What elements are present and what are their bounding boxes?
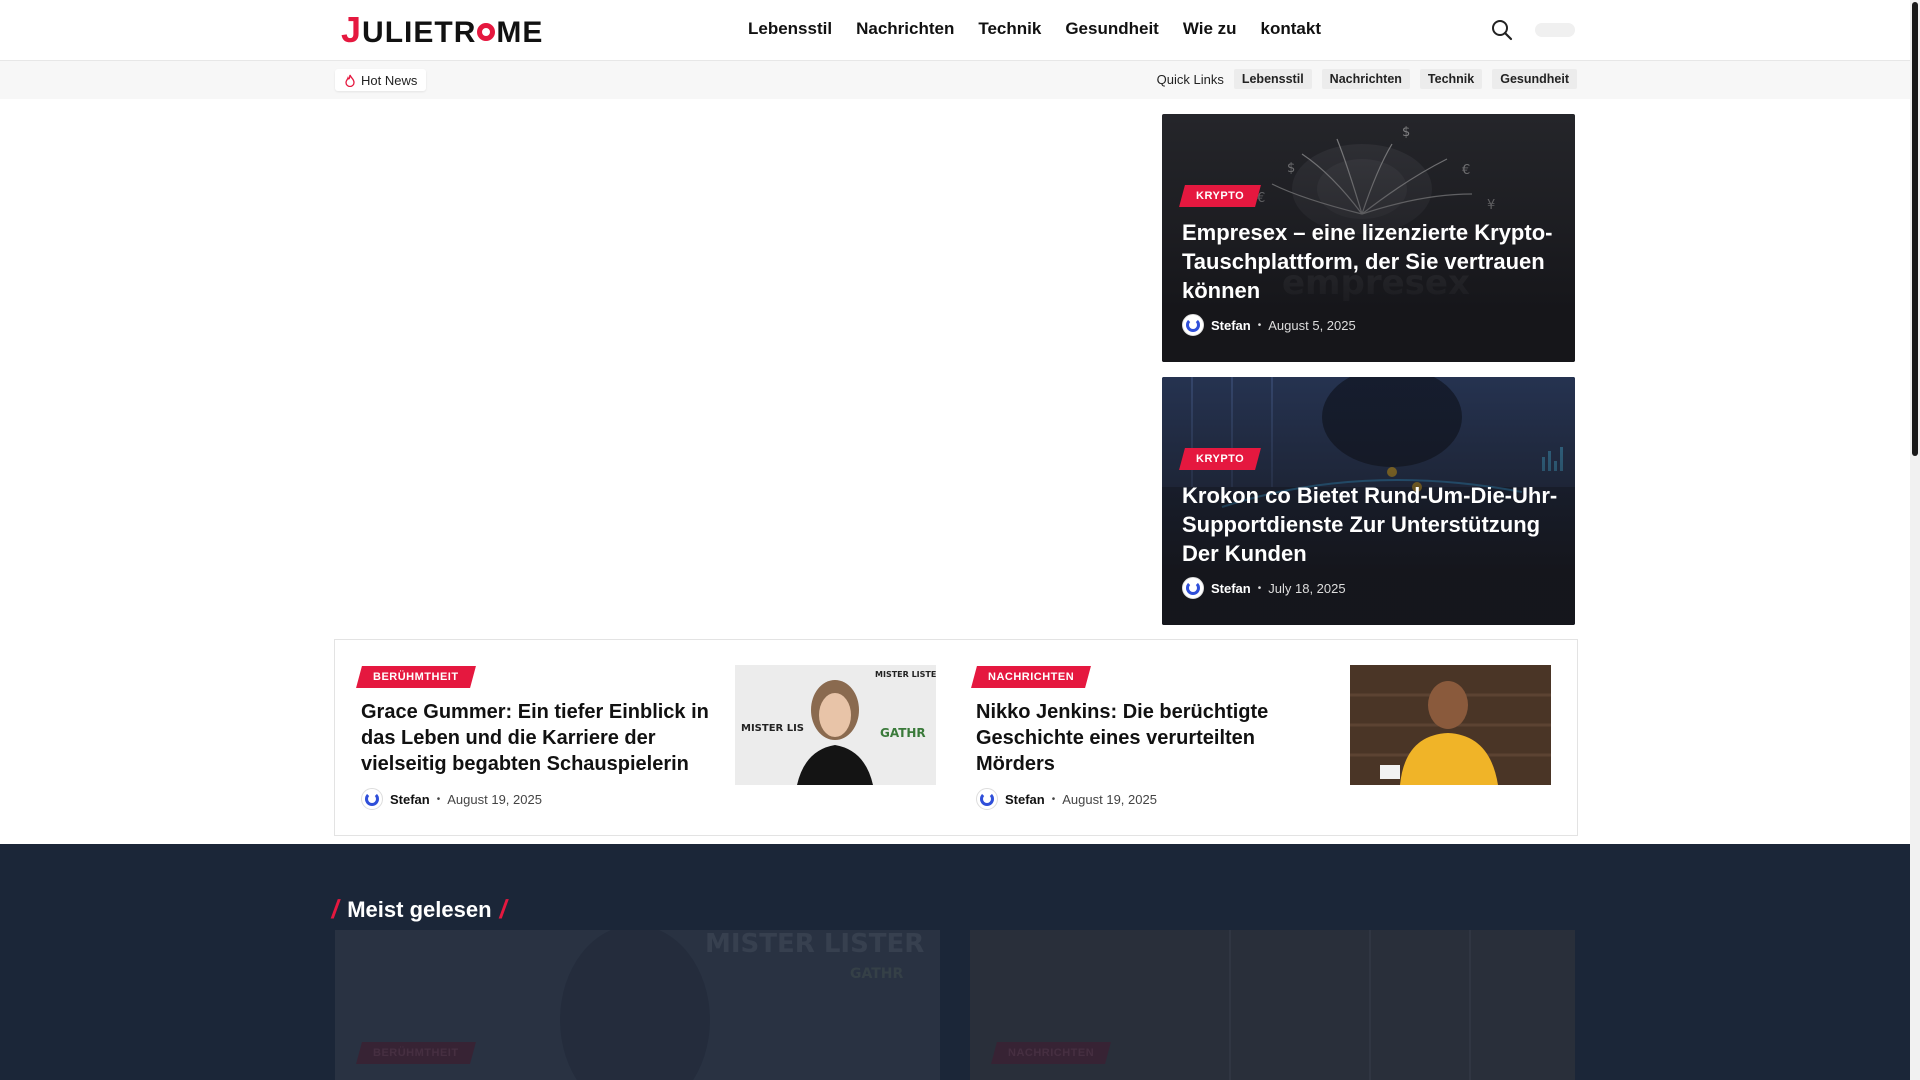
small-post-card[interactable]: BERÜHMTHEIT Grace Gummer: Ein tiefer Ein… bbox=[335, 640, 936, 835]
main-nav: Lebensstil Nachrichten Technik Gesundhei… bbox=[736, 0, 1333, 58]
post-meta: Stefan • August 19, 2025 bbox=[976, 788, 1157, 810]
nav-item-technik[interactable]: Technik bbox=[966, 0, 1053, 58]
post-thumbnail-image: MISTER LIS MISTER LISTER GATHR bbox=[735, 665, 936, 785]
featured-posts-row: BERÜHMTHEIT Grace Gummer: Ein tiefer Ein… bbox=[334, 639, 1578, 836]
small-post-title[interactable]: Nikko Jenkins: Die berüchtigte Geschicht… bbox=[976, 699, 1334, 777]
quick-link-lebensstil[interactable]: Lebensstil bbox=[1233, 69, 1312, 89]
hero-post-title[interactable]: Empresex – eine lizenzierte Krypto-Tausc… bbox=[1182, 218, 1567, 305]
nav-item-kontakt[interactable]: kontakt bbox=[1249, 0, 1333, 58]
svg-text:GATHR: GATHR bbox=[850, 966, 904, 982]
post-meta: Stefan • July 18, 2025 bbox=[1182, 577, 1346, 599]
heading-slash-icon: / bbox=[329, 894, 342, 924]
logo-text-end: ME bbox=[496, 16, 544, 49]
author-avatar bbox=[1182, 314, 1204, 336]
post-date: August 19, 2025 bbox=[447, 791, 542, 807]
author-avatar bbox=[1182, 577, 1204, 599]
category-tag[interactable]: KRYPTO bbox=[1179, 448, 1262, 470]
section-heading: / Meist gelesen / bbox=[329, 894, 510, 925]
post-meta: Stefan • August 19, 2025 bbox=[361, 788, 542, 810]
author-name[interactable]: Stefan bbox=[1211, 581, 1251, 596]
hero-post-title[interactable]: Krokon co Bietet Rund-Um-Die-Uhr-Support… bbox=[1182, 481, 1567, 568]
category-tag[interactable]: BERÜHMTHEIT bbox=[356, 666, 476, 688]
post-meta: Stefan • August 5, 2025 bbox=[1182, 314, 1356, 336]
post-date: August 19, 2025 bbox=[1062, 791, 1157, 807]
meta-separator: • bbox=[1051, 793, 1056, 805]
most-read-section: / Meist gelesen / MISTER LISTER GATHR BE… bbox=[0, 844, 1910, 1080]
small-post-card[interactable]: NACHRICHTEN Nikko Jenkins: Die berüchtig… bbox=[950, 640, 1551, 835]
nav-item-gesundheit[interactable]: Gesundheit bbox=[1053, 0, 1171, 58]
nav-item-nachrichten[interactable]: Nachrichten bbox=[844, 0, 966, 58]
hot-news-badge[interactable]: Hot News bbox=[335, 69, 427, 91]
flame-icon bbox=[345, 74, 355, 87]
svg-text:MISTER LISTER: MISTER LISTER bbox=[705, 930, 924, 959]
svg-text:MISTER LIS: MISTER LIS bbox=[741, 723, 804, 734]
meta-separator: • bbox=[1257, 319, 1262, 331]
dark-mode-toggle[interactable] bbox=[1535, 23, 1575, 37]
nav-item-wie-zu[interactable]: Wie zu bbox=[1171, 0, 1249, 58]
logo-text-part: ULIETR bbox=[362, 16, 477, 49]
author-name[interactable]: Stefan bbox=[1005, 792, 1045, 807]
meta-separator: • bbox=[1257, 582, 1262, 594]
site-header: JULIETR ME Lebensstil Nachrichten Technik… bbox=[0, 0, 1910, 61]
svg-text:GATHR: GATHR bbox=[880, 726, 926, 740]
svg-text:MISTER LISTER: MISTER LISTER bbox=[875, 670, 936, 679]
hero-post-card[interactable]: KRYPTO Krokon co Bietet Rund-Um-Die-Uhr-… bbox=[1162, 377, 1575, 625]
hot-news-label: Hot News bbox=[361, 72, 418, 88]
post-thumbnail[interactable] bbox=[1350, 665, 1551, 785]
sub-bar: Hot News Quick Links Lebensstil Nachrich… bbox=[0, 61, 1910, 99]
category-tag[interactable]: BERÜHMTHEIT bbox=[356, 1042, 476, 1064]
post-date: July 18, 2025 bbox=[1268, 580, 1346, 596]
most-read-card[interactable]: MISTER LISTER GATHR BERÜHMTHEIT bbox=[335, 930, 940, 1080]
category-tag[interactable]: NACHRICHTEN bbox=[991, 1042, 1112, 1064]
logo-letter-j: J bbox=[341, 9, 363, 50]
quick-links: Quick Links Lebensstil Nachrichten Techn… bbox=[1157, 69, 1577, 89]
author-name[interactable]: Stefan bbox=[390, 792, 430, 807]
category-tag[interactable]: KRYPTO bbox=[1179, 185, 1262, 207]
small-post-title[interactable]: Grace Gummer: Ein tiefer Einblick in das… bbox=[361, 699, 719, 777]
quick-links-label: Quick Links bbox=[1156, 71, 1224, 87]
quick-link-gesundheit[interactable]: Gesundheit bbox=[1492, 69, 1577, 89]
page-scrollbar[interactable] bbox=[1910, 0, 1920, 1080]
author-avatar bbox=[361, 788, 383, 810]
author-avatar bbox=[976, 788, 998, 810]
logo-ring-icon bbox=[477, 23, 496, 42]
post-thumbnail[interactable]: MISTER LIS MISTER LISTER GATHR bbox=[735, 665, 936, 785]
quick-link-nachrichten[interactable]: Nachrichten bbox=[1321, 69, 1410, 89]
quick-link-technik[interactable]: Technik bbox=[1419, 69, 1483, 89]
post-thumbnail-image bbox=[1350, 665, 1551, 785]
scrollbar-thumb[interactable] bbox=[1912, 2, 1918, 456]
author-name[interactable]: Stefan bbox=[1211, 318, 1251, 333]
section-title: Meist gelesen bbox=[347, 896, 492, 922]
search-icon[interactable] bbox=[1490, 18, 1514, 42]
post-date: August 5, 2025 bbox=[1268, 317, 1356, 333]
hero-post-card[interactable]: $€$¥€ empresex KRYPTO Empresex – eine li… bbox=[1162, 114, 1575, 362]
heading-slash-icon: / bbox=[496, 894, 510, 924]
meta-separator: • bbox=[436, 793, 441, 805]
site-logo[interactable]: JULIETR ME bbox=[341, 12, 543, 48]
nav-item-lebensstil[interactable]: Lebensstil bbox=[736, 0, 844, 58]
category-tag[interactable]: NACHRICHTEN bbox=[971, 666, 1092, 688]
most-read-card[interactable]: NACHRICHTEN bbox=[970, 930, 1575, 1080]
